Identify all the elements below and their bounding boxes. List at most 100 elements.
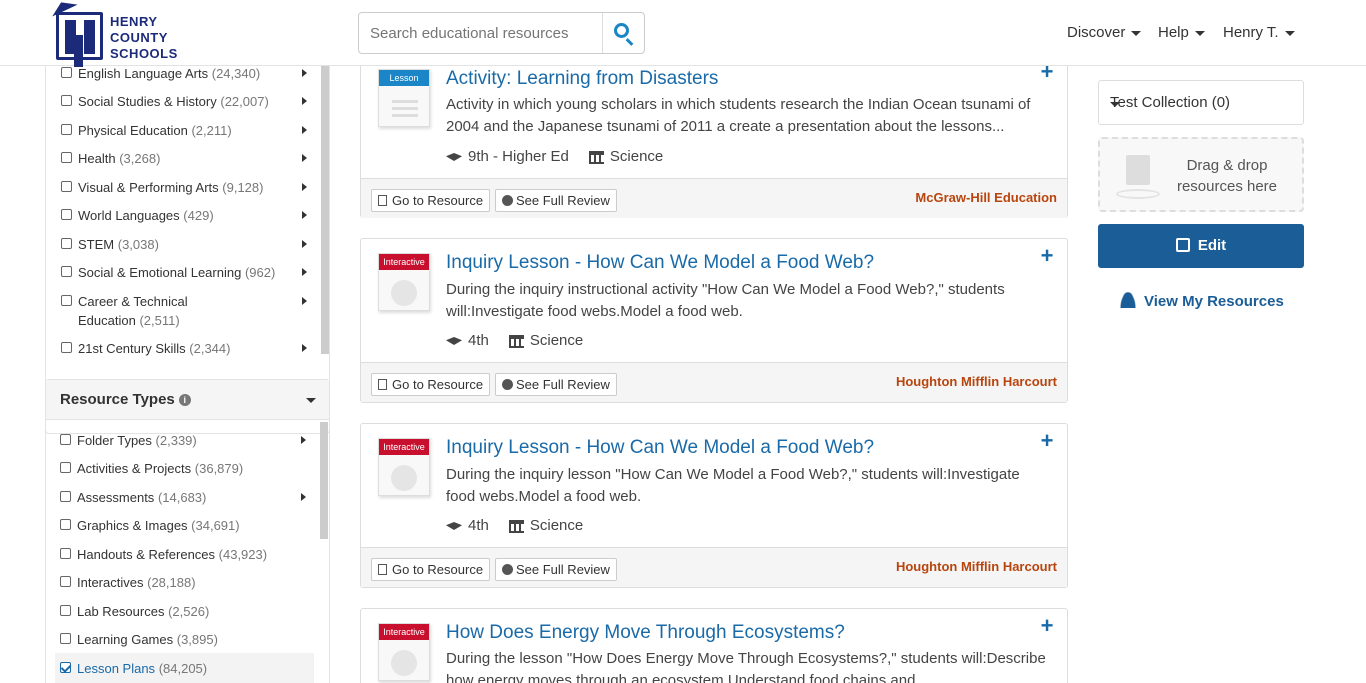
filter-label: Folder Types: [77, 433, 152, 448]
checkbox[interactable]: [60, 491, 71, 502]
resource-thumbnail[interactable]: Interactive: [378, 623, 430, 681]
expand-arrow-icon[interactable]: [302, 126, 307, 134]
resource-thumbnail[interactable]: Interactive: [378, 253, 430, 311]
users-icon: [1120, 292, 1136, 308]
resource-thumbnail[interactable]: Lesson: [378, 69, 430, 127]
publisher-link[interactable]: Houghton Mifflin Harcourt: [896, 374, 1057, 389]
expand-arrow-icon[interactable]: [301, 493, 306, 501]
filter-lab-resources[interactable]: Lab Resources (2,526): [60, 602, 295, 621]
nav-help-label: Help: [1158, 24, 1189, 41]
checkbox[interactable]: [61, 342, 72, 353]
resource-types-scrollbar[interactable]: [320, 422, 328, 539]
institution-icon: [588, 150, 604, 164]
collection-select[interactable]: Test Collection (0): [1098, 80, 1304, 125]
filter-physical-education[interactable]: Physical Education (2,211): [61, 121, 296, 140]
expand-arrow-icon[interactable]: [302, 297, 307, 305]
filter-visual-performing-arts[interactable]: Visual & Performing Arts (9,128): [61, 178, 296, 197]
expand-arrow-icon[interactable]: [302, 344, 307, 352]
expand-arrow-icon[interactable]: [302, 211, 307, 219]
search-button[interactable]: [602, 13, 644, 53]
view-my-resources-link[interactable]: View My Resources: [1120, 292, 1284, 310]
expand-arrow-icon[interactable]: [302, 268, 307, 276]
filter-learning-games[interactable]: Learning Games (3,895): [60, 630, 295, 649]
checkbox[interactable]: [61, 295, 72, 306]
filter-activities-projects[interactable]: Activities & Projects (36,879): [60, 459, 295, 478]
filter-21st-century-skills[interactable]: 21st Century Skills (2,344): [61, 339, 296, 358]
checkbox[interactable]: [60, 434, 71, 445]
resource-title-link[interactable]: Inquiry Lesson - How Can We Model a Food…: [446, 437, 874, 459]
checkbox[interactable]: [60, 605, 71, 616]
filter-label: Lab Resources: [77, 604, 165, 619]
resource-title-link[interactable]: Inquiry Lesson - How Can We Model a Food…: [446, 252, 874, 274]
checkbox[interactable]: [61, 152, 72, 163]
see-full-review-button[interactable]: See Full Review: [495, 189, 617, 212]
subject: Science: [529, 517, 584, 534]
checkbox-checked[interactable]: [60, 662, 71, 673]
checkbox[interactable]: [60, 576, 71, 587]
search-input[interactable]: [359, 13, 599, 53]
resource-types-header[interactable]: Resource Types i: [46, 380, 329, 420]
see-full-review-button[interactable]: See Full Review: [495, 373, 617, 396]
button-label: Go to Resource: [392, 377, 484, 392]
expand-arrow-icon[interactable]: [302, 154, 307, 162]
checkbox[interactable]: [60, 548, 71, 559]
filter-folder-types[interactable]: Folder Types (2,339): [60, 431, 295, 450]
filter-label: Career & Technical: [78, 294, 188, 309]
go-to-resource-button[interactable]: Go to Resource: [371, 373, 491, 396]
checkbox[interactable]: [61, 266, 72, 277]
view-my-resources-label: View My Resources: [1144, 293, 1284, 310]
checkbox[interactable]: [61, 181, 72, 192]
checkbox[interactable]: [61, 67, 72, 78]
resource-description: During the inquiry instructional activit…: [446, 281, 1005, 320]
expand-arrow-icon[interactable]: [302, 97, 307, 105]
filter-social-emotional-learning[interactable]: Social & Emotional Learning (962): [61, 263, 296, 282]
filter-world-languages[interactable]: World Languages (429): [61, 206, 296, 225]
checkbox[interactable]: [61, 209, 72, 220]
expand-arrow-icon[interactable]: [302, 69, 307, 77]
expand-arrow-icon[interactable]: [301, 436, 306, 444]
nav-user-menu[interactable]: Henry T.: [1223, 24, 1295, 41]
go-to-resource-button[interactable]: Go to Resource: [371, 558, 491, 581]
filter-stem[interactable]: STEM (3,038): [61, 235, 296, 254]
checkbox[interactable]: [61, 95, 72, 106]
edit-button[interactable]: Edit: [1098, 224, 1304, 268]
see-full-review-button[interactable]: See Full Review: [495, 558, 617, 581]
expand-arrow-icon[interactable]: [302, 240, 307, 248]
info-icon[interactable]: i: [178, 394, 191, 406]
add-to-collection-button[interactable]: +: [1035, 245, 1059, 268]
filter-handouts-references[interactable]: Handouts & References (43,923): [60, 545, 295, 564]
go-to-resource-button[interactable]: Go to Resource: [371, 189, 491, 212]
resource-thumbnail[interactable]: Interactive: [378, 438, 430, 496]
subjects-scrollbar[interactable]: [321, 66, 329, 354]
filter-social-studies[interactable]: Social Studies & History (22,007): [61, 92, 296, 111]
add-to-collection-button[interactable]: +: [1035, 615, 1059, 638]
resource-title-link[interactable]: Activity: Learning from Disasters: [446, 68, 718, 90]
filter-english-language-arts[interactable]: English Language Arts (24,340): [61, 66, 296, 83]
checkbox[interactable]: [61, 124, 72, 135]
button-label: See Full Review: [516, 377, 610, 392]
subject: Science: [609, 148, 664, 165]
filter-interactives[interactable]: Interactives (28,188): [60, 573, 295, 592]
filter-lesson-plans[interactable]: Lesson Plans (84,205): [60, 659, 295, 678]
checkbox[interactable]: [61, 238, 72, 249]
checkbox[interactable]: [60, 519, 71, 530]
nav-help[interactable]: Help: [1158, 24, 1205, 41]
filter-count: (962): [244, 265, 276, 280]
drop-zone[interactable]: Drag & drop resources here: [1098, 137, 1304, 212]
filter-graphics-images[interactable]: Graphics & Images (34,691): [60, 516, 295, 535]
publisher-link[interactable]: McGraw-Hill Education: [915, 190, 1057, 205]
add-to-collection-button[interactable]: +: [1035, 430, 1059, 453]
resource-title-link[interactable]: How Does Energy Move Through Ecosystems?: [446, 622, 845, 644]
chevron-down-icon[interactable]: [306, 398, 316, 403]
button-label: See Full Review: [516, 562, 610, 577]
checkbox[interactable]: [60, 633, 71, 644]
filter-count: (3,268): [119, 151, 161, 166]
filter-career-technical[interactable]: Career & Technical Education (2,511): [61, 292, 296, 330]
expand-arrow-icon[interactable]: [302, 183, 307, 191]
filter-assessments[interactable]: Assessments (14,683): [60, 488, 295, 507]
checkbox[interactable]: [60, 462, 71, 473]
filter-health[interactable]: Health (3,268): [61, 149, 296, 168]
henry-county-logo[interactable]: HENRY COUNTY SCHOOLS: [46, 0, 186, 62]
nav-discover[interactable]: Discover: [1067, 24, 1142, 41]
publisher-link[interactable]: Houghton Mifflin Harcourt: [896, 559, 1057, 574]
